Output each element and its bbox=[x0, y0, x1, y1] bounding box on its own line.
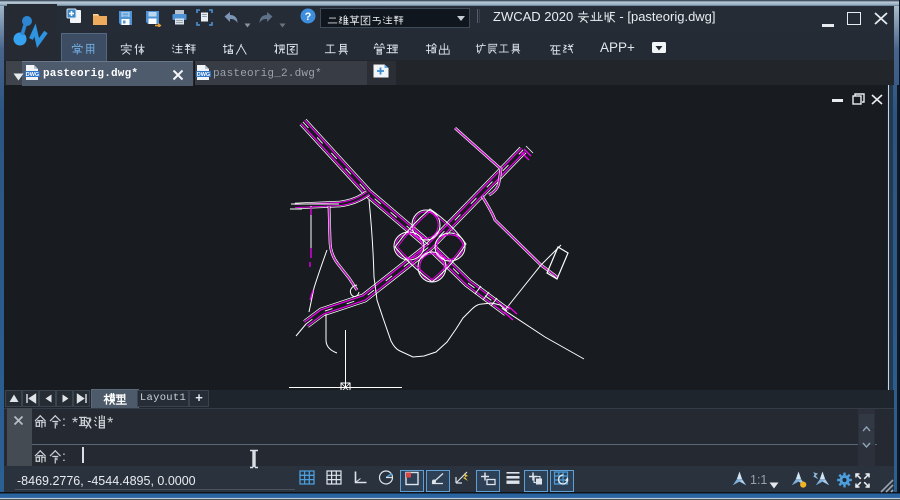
svg-text:DWG: DWG bbox=[26, 72, 39, 78]
svg-text:?: ? bbox=[305, 11, 312, 23]
svg-text:DWG: DWG bbox=[197, 72, 210, 78]
